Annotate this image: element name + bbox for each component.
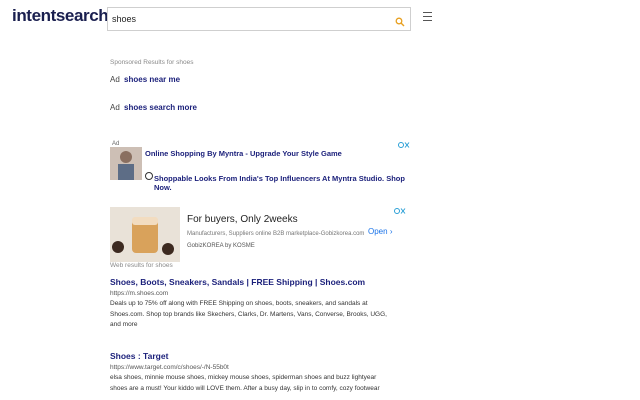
result-url[interactable]: https://m.shoes.com	[110, 288, 410, 299]
sponsored-label: Sponsored Results for shoes	[110, 59, 194, 66]
ad-image[interactable]	[110, 207, 180, 262]
result-description: and more	[110, 321, 138, 328]
ad-banner-subtitle[interactable]: Shoppable Looks From India's Top Influen…	[154, 174, 410, 192]
ad-image[interactable]	[110, 147, 142, 180]
chevron-right-icon: ›	[389, 227, 393, 236]
search-result: Shoes : Target https://www.target.com/c/…	[110, 351, 410, 394]
ad-prefix: Ad	[110, 75, 120, 84]
result-description: shoes are a must! Your kiddo will LOVE t…	[110, 384, 380, 392]
web-results-label: Web results for shoes	[110, 262, 173, 269]
result-description: Deals up to 75% off along with FREE Ship…	[110, 300, 368, 307]
result-description: Shoes.com. Shop top brands like Skechers…	[110, 310, 387, 318]
search-box[interactable]	[107, 7, 411, 31]
sponsored-link[interactable]: shoes near me	[124, 75, 180, 84]
ad-card-description: Manufacturers, Suppliers online B2B mark…	[187, 231, 365, 237]
menu-icon[interactable]	[423, 12, 432, 21]
result-title[interactable]: Shoes : Target	[110, 351, 410, 362]
ad-card-title[interactable]: For buyers, Only 2weeks	[187, 214, 298, 225]
ad-prefix: Ad	[110, 103, 120, 112]
search-input[interactable]	[112, 11, 382, 27]
ad-banner[interactable]: Ad Online Shopping By Myntra - Upgrade Y…	[110, 141, 410, 192]
ad-card-brand: GobizKOREA by KOSME	[187, 243, 255, 249]
search-icon[interactable]	[395, 14, 405, 27]
search-result: Shoes, Boots, Sneakers, Sandals | FREE S…	[110, 277, 410, 331]
open-button[interactable]: Open ›	[368, 227, 404, 243]
ad-card[interactable]: For buyers, Only 2weeks Manufacturers, S…	[110, 207, 410, 262]
open-button-label: Open	[368, 227, 388, 236]
sponsored-item[interactable]: Ad shoes near me	[110, 75, 180, 84]
verified-icon	[145, 172, 153, 180]
ad-banner-title[interactable]: Online Shopping By Myntra - Upgrade Your…	[145, 149, 342, 158]
adchoices-icon[interactable]	[398, 141, 410, 151]
adchoices-icon[interactable]	[394, 207, 406, 217]
result-description: elsa shoes, minnie mouse shoes, mickey m…	[110, 374, 377, 381]
sponsored-link[interactable]: shoes search more	[124, 103, 197, 112]
logo[interactable]: intentsearch	[12, 6, 109, 26]
ad-tag: Ad	[110, 141, 122, 147]
result-url[interactable]: https://www.target.com/c/shoes/-/N-55b0t	[110, 362, 410, 373]
result-title[interactable]: Shoes, Boots, Sneakers, Sandals | FREE S…	[110, 277, 410, 288]
sponsored-item[interactable]: Ad shoes search more	[110, 103, 197, 112]
